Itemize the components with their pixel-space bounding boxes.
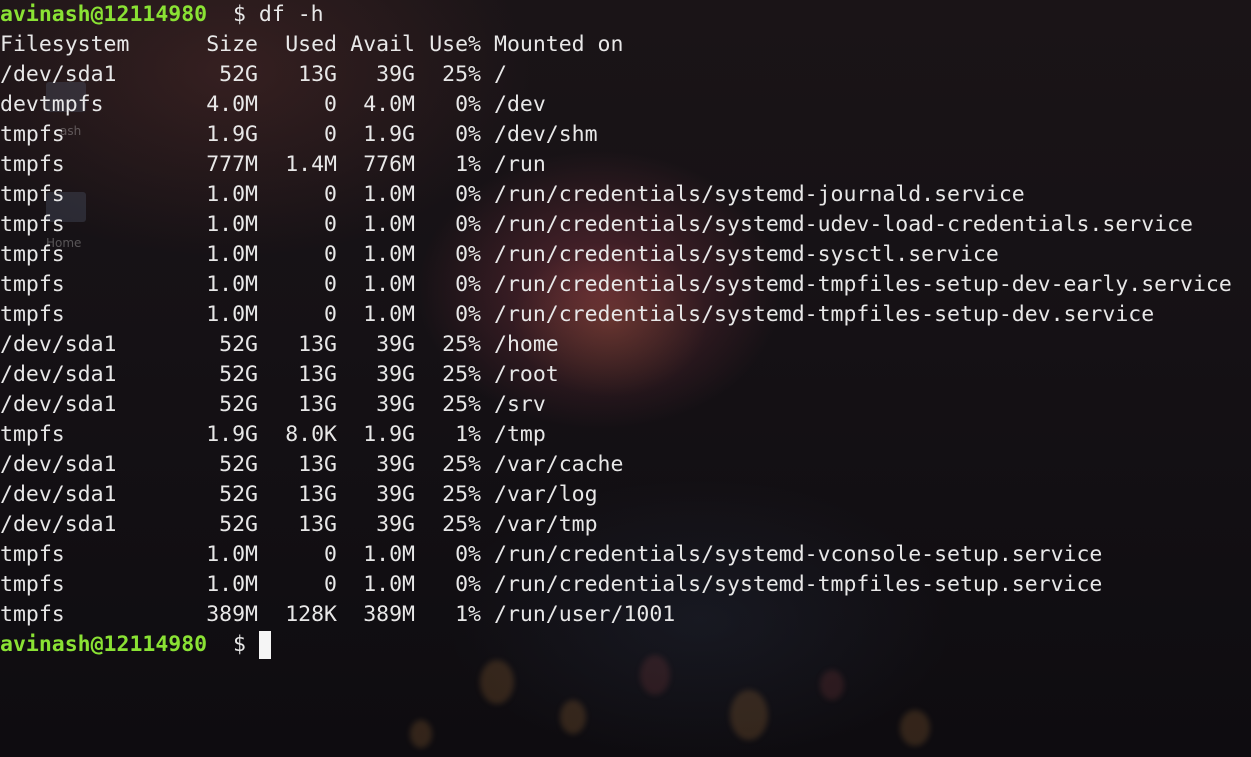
- table-row: /dev/sda1 52G 13G 39G 25%/var/tmp: [0, 510, 1251, 540]
- cell-mounted-on: /run/user/1001: [494, 602, 676, 627]
- command-text: df -h: [258, 2, 324, 27]
- table-row: /dev/sda1 52G 13G 39G 25%/root: [0, 360, 1251, 390]
- cell-use-percent: 0%: [455, 92, 481, 117]
- cell-use-percent: 0%: [455, 542, 481, 567]
- table-row: /dev/sda1 52G 13G 39G 25%/home: [0, 330, 1251, 360]
- cell-use-percent: 25%: [442, 452, 481, 477]
- text-cursor: [258, 631, 271, 659]
- cell-use-percent: 1%: [455, 422, 481, 447]
- cell-mounted-on: /var/log: [494, 482, 598, 507]
- command-line: avinash@12114980 $ df -h: [0, 0, 324, 30]
- cell-mounted-on: /var/tmp: [494, 512, 598, 537]
- cell-mounted-on: /run/credentials/systemd-sysctl.service: [494, 242, 999, 267]
- table-row: tmpfs 1.0M 0 1.0M 0%/run/credentials/systemd…: [0, 270, 1251, 300]
- cell-mounted-on: /run: [494, 152, 546, 177]
- table-row: tmpfs 1.0M 0 1.0M 0%/run/credentials/systemd…: [0, 540, 1251, 570]
- cell-use-percent: 0%: [455, 212, 481, 237]
- cell-mounted-on: /run/credentials/systemd-tmpfiles-setup-…: [494, 302, 1155, 327]
- cell-use-percent: 1%: [455, 602, 481, 627]
- cell-mounted-on: /tmp: [494, 422, 546, 447]
- prompt-symbol: $: [233, 2, 246, 27]
- cell-use-percent: 25%: [442, 62, 481, 87]
- table-row: tmpfs 1.9G 0 1.9G 0%/dev/shm: [0, 120, 1251, 150]
- table-row: tmpfs 389M 128K 389M 1%/run/user/1001: [0, 600, 1251, 630]
- cell-use-percent: 0%: [455, 182, 481, 207]
- table-row: tmpfs 1.0M 0 1.0M 0%/run/credentials/systemd…: [0, 180, 1251, 210]
- cell-mounted-on: /run/credentials/systemd-udev-load-crede…: [494, 212, 1193, 237]
- table-row: tmpfs 1.9G 8.0K 1.9G 1%/tmp: [0, 420, 1251, 450]
- prompt-user: avinash@12114980: [0, 2, 208, 27]
- cell-use-percent: 25%: [442, 392, 481, 417]
- cell-use-percent: 0%: [455, 272, 481, 297]
- table-row: tmpfs 1.0M 0 1.0M 0%/run/credentials/systemd…: [0, 570, 1251, 600]
- terminal-window[interactable]: ash Home avinash@12114980 $ df -h Filesy…: [0, 0, 1251, 757]
- cell-mounted-on: /run/credentials/systemd-journald.servic…: [494, 182, 1025, 207]
- cell-use-percent: 0%: [455, 242, 481, 267]
- table-row: /dev/sda1 52G 13G 39G 25%/srv: [0, 390, 1251, 420]
- cell-use-percent: 25%: [442, 362, 481, 387]
- cell-use-percent: 1%: [455, 152, 481, 177]
- cell-mounted-on: /run/credentials/systemd-tmpfiles-setup-…: [494, 272, 1232, 297]
- terminal-output[interactable]: avinash@12114980 $ df -h Filesystem Size…: [0, 0, 1251, 757]
- table-row: tmpfs 1.0M 0 1.0M 0%/run/credentials/systemd…: [0, 210, 1251, 240]
- cell-mounted-on: /var/cache: [494, 452, 624, 477]
- cell-mounted-on: /home: [494, 332, 559, 357]
- table-row: /dev/sda1 52G 13G 39G 25% /: [0, 60, 1251, 90]
- table-row: tmpfs 1.0M 0 1.0M 0%/run/credentials/systemd…: [0, 300, 1251, 330]
- cell-mounted-on: /dev: [494, 92, 546, 117]
- table-row: devtmpfs 4.0M 0 4.0M 0%/dev: [0, 90, 1251, 120]
- prompt-line[interactable]: avinash@12114980 $: [0, 630, 271, 660]
- prompt-symbol: $: [233, 632, 246, 657]
- cell-use-percent: 0%: [455, 302, 481, 327]
- header-mounted-on: Mounted on: [494, 32, 624, 57]
- cell-mounted-on: /run/credentials/systemd-vconsole-setup.…: [494, 542, 1103, 567]
- cell-use-percent: 0%: [455, 572, 481, 597]
- prompt-user: avinash@12114980: [0, 632, 208, 657]
- cell-use-percent: 25%: [442, 482, 481, 507]
- table-row: tmpfs 777M 1.4M 776M 1%/run: [0, 150, 1251, 180]
- cell-use-percent: 25%: [442, 512, 481, 537]
- cell-use-percent: 0%: [455, 122, 481, 147]
- cell-mounted-on: /dev/shm: [494, 122, 598, 147]
- cell-use-percent: 25%: [442, 332, 481, 357]
- cell-mounted-on: /root: [494, 362, 559, 387]
- cell-mounted-on: /run/credentials/systemd-tmpfiles-setup.…: [494, 572, 1103, 597]
- cell-mounted-on: /srv: [494, 392, 546, 417]
- table-row: /dev/sda1 52G 13G 39G 25%/var/log: [0, 480, 1251, 510]
- table-row: /dev/sda1 52G 13G 39G 25%/var/cache: [0, 450, 1251, 480]
- header-use-percent: Use%: [429, 32, 481, 57]
- cell-mounted-on: /: [494, 62, 507, 87]
- table-row: tmpfs 1.0M 0 1.0M 0%/run/credentials/systemd…: [0, 240, 1251, 270]
- table-header: Filesystem Size Used Avail Use% Mounted …: [0, 30, 1251, 60]
